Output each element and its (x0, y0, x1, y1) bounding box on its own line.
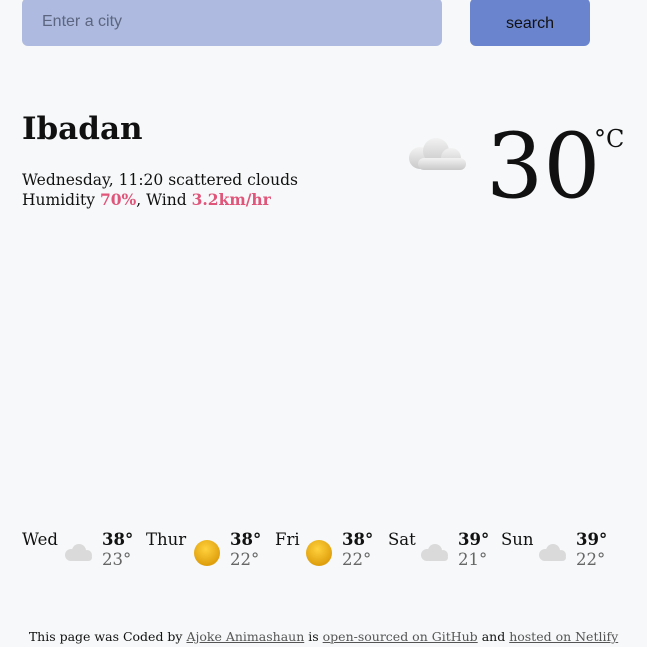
forecast-day-name: Thur (146, 530, 187, 549)
humidity-label: Humidity (22, 191, 96, 209)
humidity-value: 70% (99, 190, 137, 209)
footer-prefix: This page was Coded by (28, 629, 183, 644)
forecast-min-temp: 23° (102, 550, 132, 569)
forecast-day-name: Sun (501, 530, 534, 549)
city-search-input[interactable] (22, 0, 442, 46)
forecast-max-temp: 39° (576, 530, 608, 549)
forecast-row: Wed 38° 23° Thur 38° 22° Fri 38° 22° Sat… (0, 528, 647, 578)
netlify-link[interactable]: hosted on Netlify (509, 629, 618, 644)
author-link[interactable]: Ajoke Animashaun (186, 629, 304, 644)
city-name: Ibadan (22, 111, 143, 147)
cloud-icon (539, 544, 566, 561)
forecast-min-temp: 22° (230, 550, 260, 569)
forecast-min-temp: 21° (458, 550, 488, 569)
forecast-min-temp: 22° (342, 550, 372, 569)
current-day: Wednesday (22, 171, 109, 189)
temperature-unit[interactable]: °C (594, 124, 624, 154)
weather-app: search Ibadan Wednesday, 11:20 scattered… (0, 0, 647, 647)
sun-icon (194, 540, 220, 566)
cloud-icon (409, 138, 466, 170)
current-time: 11:20 (118, 171, 164, 189)
weather-description: scattered clouds (168, 171, 298, 189)
forecast-day-name: Wed (22, 530, 58, 549)
forecast-day-name: Sat (388, 530, 416, 549)
github-link[interactable]: open-sourced on GitHub (323, 629, 478, 644)
forecast-max-temp: 38° (342, 530, 374, 549)
footer: This page was Coded by Ajoke Animashaun … (0, 629, 647, 645)
weather-details: Wednesday, 11:20 scattered clouds Humidi… (22, 170, 298, 210)
forecast-day-name: Fri (275, 530, 300, 549)
humidity-wind-line: Humidity 70%, Wind 3.2km/hr (22, 190, 271, 209)
forecast-min-temp: 22° (576, 550, 606, 569)
wind-value: 3.2km/hr (191, 190, 271, 209)
wind-label: Wind (146, 191, 187, 209)
footer-and: and (481, 629, 506, 644)
footer-is: is (308, 629, 319, 644)
sun-icon (306, 540, 332, 566)
current-temperature: 30 (486, 114, 601, 219)
cloud-icon (65, 544, 92, 561)
cloud-icon (421, 544, 448, 561)
forecast-max-temp: 38° (102, 530, 134, 549)
forecast-max-temp: 39° (458, 530, 490, 549)
date-description-line: Wednesday, 11:20 scattered clouds (22, 171, 298, 189)
forecast-max-temp: 38° (230, 530, 262, 549)
search-button[interactable]: search (470, 0, 590, 46)
